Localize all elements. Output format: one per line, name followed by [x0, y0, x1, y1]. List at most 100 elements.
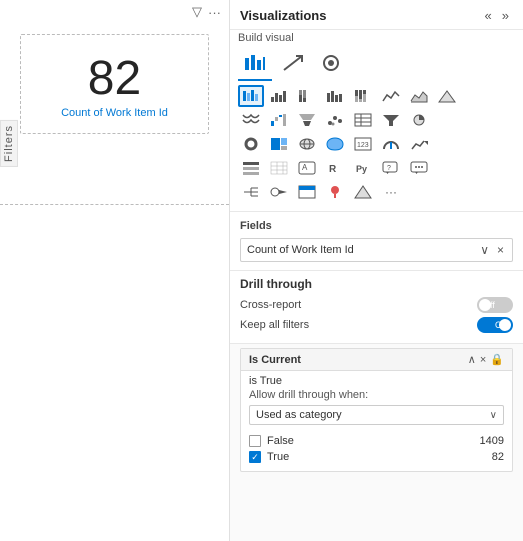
svg-text:Py: Py: [356, 164, 367, 174]
viz-icon-stacked-column[interactable]: [350, 85, 376, 107]
checkbox-true[interactable]: [249, 451, 261, 463]
viz-icon-funnel[interactable]: [294, 109, 320, 131]
viz-icon-qa[interactable]: ?: [378, 157, 404, 179]
icon-row-4: A R Py ?: [238, 157, 515, 179]
viz-icon-filled-map[interactable]: [322, 133, 348, 155]
nav-right-button[interactable]: »: [498, 6, 513, 25]
icon-row-1: [238, 85, 515, 107]
viz-icon-smart-table[interactable]: [294, 181, 320, 203]
viz-icon-stacked-100[interactable]: [294, 85, 320, 107]
checkbox-false[interactable]: [249, 435, 261, 447]
dropdown-arrow-icon: ∨: [490, 410, 497, 421]
filter-count-true: 82: [492, 451, 504, 463]
viz-icon-line-chart[interactable]: [378, 85, 404, 107]
viz-icon-table[interactable]: [350, 109, 376, 131]
viz-icon-map[interactable]: [294, 133, 320, 155]
viz-icon-area-chart[interactable]: [406, 85, 432, 107]
filter-list: False 1409 True 82: [249, 431, 504, 467]
nav-left-button[interactable]: «: [481, 6, 496, 25]
card-label: Count of Work Item Id: [61, 107, 168, 119]
chart-tab-bar[interactable]: [238, 50, 272, 81]
viz-icon-bar-chart[interactable]: [266, 85, 292, 107]
svg-text:?: ?: [387, 165, 391, 172]
field-pill: Count of Work Item Id ∨ ×: [240, 238, 513, 262]
card-number: 82: [88, 55, 141, 103]
visualizations-header: Visualizations « »: [230, 0, 523, 30]
viz-icon-mountain[interactable]: [434, 85, 460, 107]
viz-icon-column-chart[interactable]: [322, 85, 348, 107]
filter-icon[interactable]: ▽: [192, 4, 202, 20]
cross-report-label: Cross-report: [240, 299, 301, 311]
filter-item-true: True 82: [249, 449, 504, 465]
visualizations-title: Visualizations: [240, 8, 326, 23]
is-current-lock-icon: 🔒: [490, 353, 504, 366]
chart-type-tabs: [238, 46, 515, 83]
icon-row-5: ···: [238, 181, 515, 203]
viz-icon-card-123[interactable]: 123: [350, 133, 376, 155]
is-current-box: Is Current ∧ × 🔒 is True Allow drill thr…: [240, 348, 513, 472]
icon-row-2: [238, 109, 515, 131]
cross-report-row: Cross-report Off: [240, 297, 513, 313]
viz-icon-slicer[interactable]: [238, 157, 264, 179]
is-current-header: Is Current ∧ × 🔒: [241, 349, 512, 371]
allow-drill-text: Allow drill through when:: [249, 389, 504, 401]
filter-item-false-left: False: [249, 435, 294, 447]
toggle-thumb-off: [479, 299, 491, 311]
is-current-title: Is Current: [249, 354, 301, 366]
viz-icon-python[interactable]: Py: [350, 157, 376, 179]
fields-label: Fields: [240, 220, 513, 232]
is-current-body: is True Allow drill through when: Used a…: [241, 371, 512, 471]
dotted-divider: [0, 204, 229, 205]
filter-label-false: False: [267, 435, 294, 447]
field-close-button[interactable]: ×: [495, 243, 506, 257]
viz-icon-ribbon[interactable]: [238, 109, 264, 131]
dropdown-value: Used as category: [256, 409, 342, 421]
viz-icon-smart-narrative[interactable]: A: [294, 157, 320, 179]
viz-icon-scatter[interactable]: [322, 109, 348, 131]
filter-item-false: False 1409: [249, 433, 504, 449]
is-current-chevron-up[interactable]: ∧: [468, 353, 476, 366]
viz-icon-gauge[interactable]: [378, 133, 404, 155]
viz-icon-more[interactable]: ···: [378, 181, 404, 203]
viz-icon-stacked-bar[interactable]: [238, 85, 264, 107]
viz-icon-r-script[interactable]: R: [322, 157, 348, 179]
viz-nav-buttons: « »: [481, 6, 513, 25]
viz-icon-key-influencers[interactable]: [266, 181, 292, 203]
viz-icon-decomp-tree[interactable]: [238, 181, 264, 203]
viz-icon-filter[interactable]: [378, 109, 404, 131]
viz-icon-grid: 123 A R Py: [230, 83, 523, 212]
drillthrough-title: Drill through: [240, 277, 513, 291]
svg-text:R: R: [329, 164, 337, 175]
card-visual: 82 Count of Work Item Id: [20, 34, 209, 134]
filter-item-true-left: True: [249, 451, 289, 463]
viz-icon-waterfall[interactable]: [266, 109, 292, 131]
build-visual-label: Build visual: [238, 32, 515, 44]
is-current-actions: ∧ × 🔒: [468, 353, 504, 366]
viz-icon-kpi[interactable]: [406, 133, 432, 155]
viz-icon-pie[interactable]: [406, 109, 432, 131]
viz-icon-map-pin[interactable]: [322, 181, 348, 203]
field-expand-button[interactable]: ∨: [478, 243, 491, 257]
chart-tab-circle[interactable]: [314, 50, 348, 81]
viz-icon-treemap[interactable]: [266, 133, 292, 155]
field-pill-actions: ∨ ×: [478, 243, 506, 257]
ellipsis-icon[interactable]: ···: [208, 5, 221, 20]
keep-filters-toggle[interactable]: On: [477, 317, 513, 333]
chart-tab-arrow[interactable]: [276, 50, 310, 81]
viz-icon-speech-bubble[interactable]: [406, 157, 432, 179]
is-current-close-button[interactable]: ×: [480, 353, 486, 366]
viz-icon-shape[interactable]: [350, 181, 376, 203]
viz-icon-matrix[interactable]: [266, 157, 292, 179]
filter-count-false: 1409: [480, 435, 504, 447]
svg-text:123: 123: [357, 142, 369, 149]
is-true-text: is True: [249, 375, 504, 387]
viz-icon-donut[interactable]: [238, 133, 264, 155]
keep-filters-label: Keep all filters: [240, 319, 309, 331]
toggle-thumb-on: [499, 319, 511, 331]
keep-filters-row: Keep all filters On: [240, 317, 513, 333]
dropdown-select[interactable]: Used as category ∨: [249, 405, 504, 425]
cross-report-toggle[interactable]: Off: [477, 297, 513, 313]
filters-label: Filters: [0, 120, 18, 167]
svg-text:A: A: [302, 163, 308, 172]
field-pill-text: Count of Work Item Id: [247, 244, 354, 256]
